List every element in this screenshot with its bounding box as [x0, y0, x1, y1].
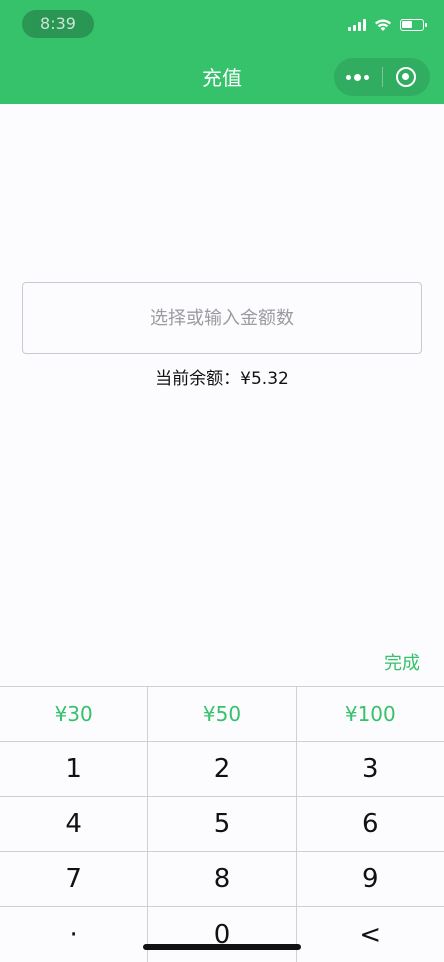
keypad-row: · 0 <: [0, 907, 444, 962]
status-time: 8:39: [22, 10, 94, 38]
current-balance: 当前余额：¥5.32: [155, 369, 289, 389]
done-button[interactable]: 完成: [384, 652, 420, 676]
quick-amount-30[interactable]: ¥30: [0, 687, 149, 741]
quick-amount-50[interactable]: ¥50: [148, 687, 297, 741]
close-miniprogram-button[interactable]: [383, 58, 431, 96]
quick-amount-row: ¥30 ¥50 ¥100: [0, 687, 444, 742]
amount-input[interactable]: [22, 282, 422, 354]
key-9[interactable]: 9: [297, 852, 444, 906]
more-icon: [346, 73, 370, 81]
keypad-row: 7 8 9: [0, 852, 444, 907]
wifi-icon: [375, 19, 391, 31]
top-bar: 8:39 充值: [0, 0, 444, 104]
keypad-row: 4 5 6: [0, 797, 444, 852]
key-3[interactable]: 3: [297, 742, 444, 796]
key-5[interactable]: 5: [148, 797, 297, 851]
key-backspace[interactable]: <: [297, 907, 444, 962]
key-2[interactable]: 2: [148, 742, 297, 796]
key-7[interactable]: 7: [0, 852, 149, 906]
key-4[interactable]: 4: [0, 797, 149, 851]
key-1[interactable]: 1: [0, 742, 149, 796]
status-icons: [348, 18, 427, 32]
battery-icon: [400, 19, 427, 31]
capsule-menu: [334, 58, 430, 96]
key-8[interactable]: 8: [148, 852, 297, 906]
key-decimal-point[interactable]: ·: [0, 907, 149, 962]
cellular-signal-icon: [348, 19, 366, 31]
numeric-keypad: ¥30 ¥50 ¥100 1 2 3 4 5 6 7 8 9 · 0 <: [0, 686, 444, 962]
key-0[interactable]: 0: [148, 907, 297, 962]
home-indicator: [143, 944, 301, 950]
more-button[interactable]: [334, 58, 382, 96]
keypad-row: 1 2 3: [0, 742, 444, 797]
target-icon: [396, 67, 417, 87]
key-6[interactable]: 6: [297, 797, 444, 851]
quick-amount-100[interactable]: ¥100: [297, 687, 444, 741]
